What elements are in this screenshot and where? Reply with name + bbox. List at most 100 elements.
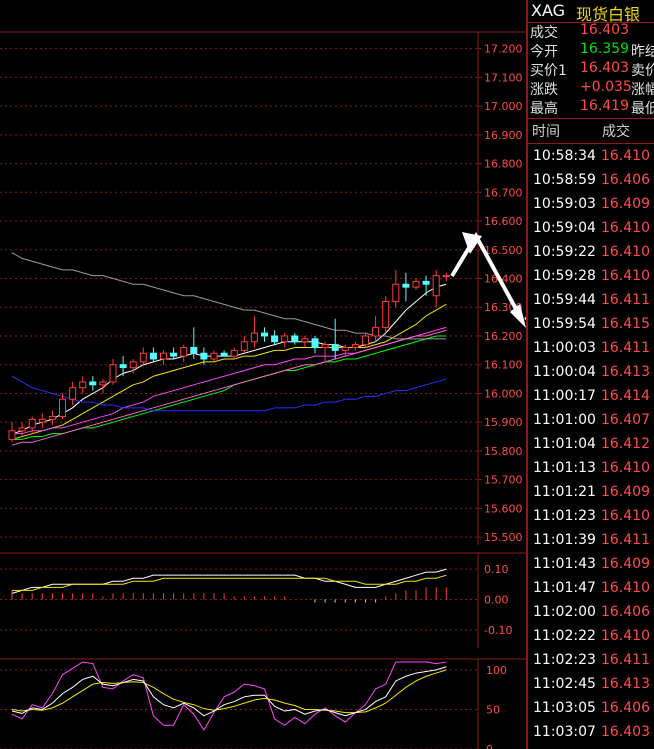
quote-value: 16.419	[580, 98, 629, 114]
candle-body	[79, 381, 87, 389]
candle-body	[362, 335, 369, 346]
candle-body	[129, 361, 137, 369]
ticks-header-price: 成交	[602, 124, 630, 140]
tick-time: 11:01:47	[533, 580, 596, 596]
tick-price: 16.410	[601, 268, 650, 284]
tick-row[interactable]: 10:59:22 16.410	[528, 244, 654, 268]
tick-price: 16.409	[601, 196, 650, 212]
tick-price: 16.413	[601, 364, 650, 380]
tick-row[interactable]: 10:58:34 16.410	[528, 148, 654, 172]
tick-row[interactable]: 11:02:00 16.406	[528, 604, 654, 628]
quote-label: 最高	[530, 101, 558, 117]
tick-time: 11:00:04	[533, 364, 596, 380]
candle-body	[422, 280, 430, 285]
tick-row[interactable]: 11:01:23 16.410	[528, 508, 654, 532]
tick-time: 11:01:00	[533, 412, 596, 428]
tick-time: 10:59:03	[533, 196, 596, 212]
price-tick-label: 16.000	[484, 387, 523, 400]
tick-row[interactable]: 11:02:23 16.411	[528, 652, 654, 676]
tick-time: 11:00:03	[533, 340, 596, 356]
tick-time: 10:59:44	[533, 292, 596, 308]
symbol-header: XAG 现货白银	[528, 0, 654, 24]
tick-time: 10:58:59	[533, 172, 596, 188]
tick-time: 11:01:43	[533, 556, 596, 572]
tick-price: 16.410	[601, 220, 650, 236]
candle-body	[311, 338, 319, 348]
tick-row[interactable]: 11:02:22 16.410	[528, 628, 654, 652]
candle-body	[341, 346, 349, 351]
tick-row[interactable]: 10:59:44 16.411	[528, 292, 654, 316]
moving-average-line	[11, 252, 447, 340]
tick-row[interactable]: 11:01:13 16.410	[528, 460, 654, 484]
tick-time: 11:00:17	[533, 388, 596, 404]
tick-price: 16.409	[601, 484, 650, 500]
quote-row: 买价1 16.403 卖价	[528, 60, 654, 79]
candle-body	[442, 275, 450, 278]
osc-tick-label: 0	[486, 743, 493, 749]
candle-body	[18, 427, 26, 432]
candle-body	[392, 283, 400, 302]
tick-row[interactable]: 11:01:04 16.412	[528, 436, 654, 460]
tick-row[interactable]: 11:00:03 16.411	[528, 340, 654, 364]
osc-k-line	[11, 666, 447, 717]
tick-row[interactable]: 11:03:07 16.403	[528, 724, 654, 748]
quote-row: 成交 16.403	[528, 22, 654, 41]
tick-row[interactable]: 11:01:21 16.409	[528, 484, 654, 508]
candle-body	[301, 338, 309, 343]
tick-price: 16.403	[601, 724, 650, 740]
ticks-header-time: 时间	[532, 124, 560, 140]
candle-body	[119, 364, 127, 369]
tick-row[interactable]: 11:01:00 16.407	[528, 412, 654, 436]
tick-row[interactable]: 11:02:45 16.413	[528, 676, 654, 700]
candle-body	[382, 300, 390, 328]
quote-value: 16.359	[580, 41, 629, 57]
tick-price: 16.410	[601, 244, 650, 260]
price-tick-label: 16.700	[484, 186, 523, 199]
candle-body	[331, 344, 339, 351]
price-tick-label: 16.500	[484, 244, 523, 257]
tick-row[interactable]: 11:03:05 16.406	[528, 700, 654, 724]
quote-extra-label: 卖价	[631, 63, 654, 79]
quote-extra-label: 最低	[631, 101, 654, 117]
candle-body	[210, 352, 218, 360]
tick-row[interactable]: 11:00:17 16.414	[528, 388, 654, 412]
tick-row[interactable]: 11:01:47 16.410	[528, 580, 654, 604]
price-tick-label: 15.700	[484, 474, 523, 487]
tick-row[interactable]: 11:01:39 16.411	[528, 532, 654, 556]
tick-row[interactable]: 11:00:04 16.413	[528, 364, 654, 388]
quote-label: 成交	[530, 25, 558, 41]
candle-body	[180, 346, 188, 357]
osc-d-line	[11, 669, 447, 714]
price-tick-label: 16.100	[484, 359, 523, 372]
quote-label: 买价1	[530, 63, 567, 79]
tick-row[interactable]: 10:59:03 16.409	[528, 196, 654, 220]
quote-row: 最高 16.419 最低	[528, 98, 654, 117]
osc-j-line	[11, 661, 447, 731]
candle-body	[412, 280, 420, 288]
candle-body	[321, 344, 329, 348]
price-tick-label: 17.200	[484, 43, 523, 56]
candle-body	[281, 335, 289, 343]
candle-body	[190, 346, 198, 354]
candle-body	[59, 398, 66, 417]
tick-row[interactable]: 10:59:04 16.410	[528, 220, 654, 244]
price-tick-label: 16.600	[484, 215, 523, 228]
tick-price: 16.413	[601, 676, 650, 692]
macd-dif-line	[11, 568, 447, 594]
tick-row[interactable]: 10:59:54 16.415	[528, 316, 654, 340]
tick-time: 10:59:28	[533, 268, 596, 284]
tick-price: 16.414	[601, 388, 650, 404]
macd-tick-label: -0.10	[484, 624, 512, 637]
tick-row[interactable]: 10:59:28 16.410	[528, 268, 654, 292]
tick-time: 11:03:05	[533, 700, 596, 716]
tick-price: 16.411	[601, 340, 650, 356]
tick-price: 16.410	[601, 148, 650, 164]
candle-body	[160, 352, 167, 360]
candle-body	[351, 344, 359, 348]
tick-row[interactable]: 11:01:43 16.409	[528, 556, 654, 580]
candle-body	[432, 275, 440, 297]
price-tick-label: 17.000	[484, 100, 523, 113]
quote-value: +0.035	[580, 79, 632, 95]
candle-body	[271, 335, 279, 343]
tick-row[interactable]: 10:58:59 16.406	[528, 172, 654, 196]
